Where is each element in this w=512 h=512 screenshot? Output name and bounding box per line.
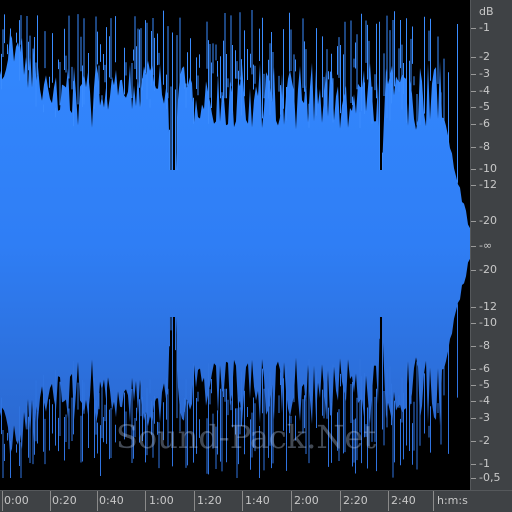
time-label: 2:00 (294, 494, 319, 507)
time-tick (433, 491, 434, 511)
time-tick (50, 491, 51, 511)
db-tick (471, 185, 476, 186)
time-tick (291, 491, 292, 511)
db-label: -3 (479, 67, 490, 80)
db-tick (471, 246, 476, 247)
db-label: -12 (479, 300, 497, 313)
time-label: 1:00 (149, 494, 174, 507)
db-unit-label: dB (479, 5, 494, 18)
db-tick (471, 441, 476, 442)
time-tick (388, 491, 389, 511)
db-tick (471, 464, 476, 465)
db-tick (471, 270, 476, 271)
db-label: -12 (479, 178, 497, 191)
db-label: -20 (479, 263, 497, 276)
db-label: -5 (479, 378, 490, 391)
db-label: -1 (479, 21, 490, 34)
audio-editor: Sound-Pack.Net dB -1 -2 -3 -4 -5 -6 -8 -… (0, 0, 512, 512)
time-ruler: 0:00 0:20 0:40 1:00 1:20 1:40 2:00 2:20 … (0, 490, 512, 512)
db-label: -2 (479, 50, 490, 63)
db-tick (471, 147, 476, 148)
time-unit-label: h:m:s (437, 494, 468, 507)
db-label: -10 (479, 162, 497, 175)
db-tick (471, 401, 476, 402)
time-tick (2, 491, 3, 511)
db-tick (471, 169, 476, 170)
db-tick (471, 91, 476, 92)
db-tick (471, 346, 476, 347)
waveform-display[interactable] (0, 0, 470, 490)
db-ruler: dB -1 -2 -3 -4 -5 -6 -8 -10 -12 -20 -∞ -… (470, 0, 512, 490)
time-label: 0:20 (52, 494, 77, 507)
db-label: -6 (479, 117, 490, 130)
db-tick (471, 385, 476, 386)
db-tick (471, 74, 476, 75)
time-tick (97, 491, 98, 511)
time-tick (242, 491, 243, 511)
db-tick (471, 28, 476, 29)
time-label: 1:40 (245, 494, 270, 507)
waveform-panel[interactable]: Sound-Pack.Net (0, 0, 470, 490)
db-label: -3 (479, 411, 490, 424)
db-label: -∞ (479, 239, 493, 252)
db-label: -4 (479, 84, 490, 97)
time-label: 2:20 (343, 494, 368, 507)
waveform-fill (0, 32, 470, 455)
time-tick (194, 491, 195, 511)
db-tick (471, 57, 476, 58)
db-label: -4 (479, 394, 490, 407)
time-label: 2:40 (391, 494, 416, 507)
time-label: 0:00 (4, 494, 29, 507)
db-tick (471, 418, 476, 419)
db-label: -1 (479, 457, 490, 470)
time-label: 1:20 (197, 494, 222, 507)
db-tick (471, 107, 476, 108)
db-label: -8 (479, 140, 490, 153)
db-label: -10 (479, 316, 497, 329)
db-label: -0,5 (479, 471, 501, 484)
db-tick (471, 221, 476, 222)
db-label: -6 (479, 362, 490, 375)
time-tick (340, 491, 341, 511)
db-label: -8 (479, 339, 490, 352)
db-tick (471, 307, 476, 308)
time-tick (145, 491, 146, 511)
db-label: -5 (479, 100, 490, 113)
db-tick (471, 369, 476, 370)
db-label: -20 (479, 214, 497, 227)
db-label: -2 (479, 434, 490, 447)
waveform-body (0, 32, 470, 455)
db-tick (471, 323, 476, 324)
db-tick (471, 124, 476, 125)
db-tick (471, 478, 476, 479)
time-label: 0:40 (99, 494, 124, 507)
